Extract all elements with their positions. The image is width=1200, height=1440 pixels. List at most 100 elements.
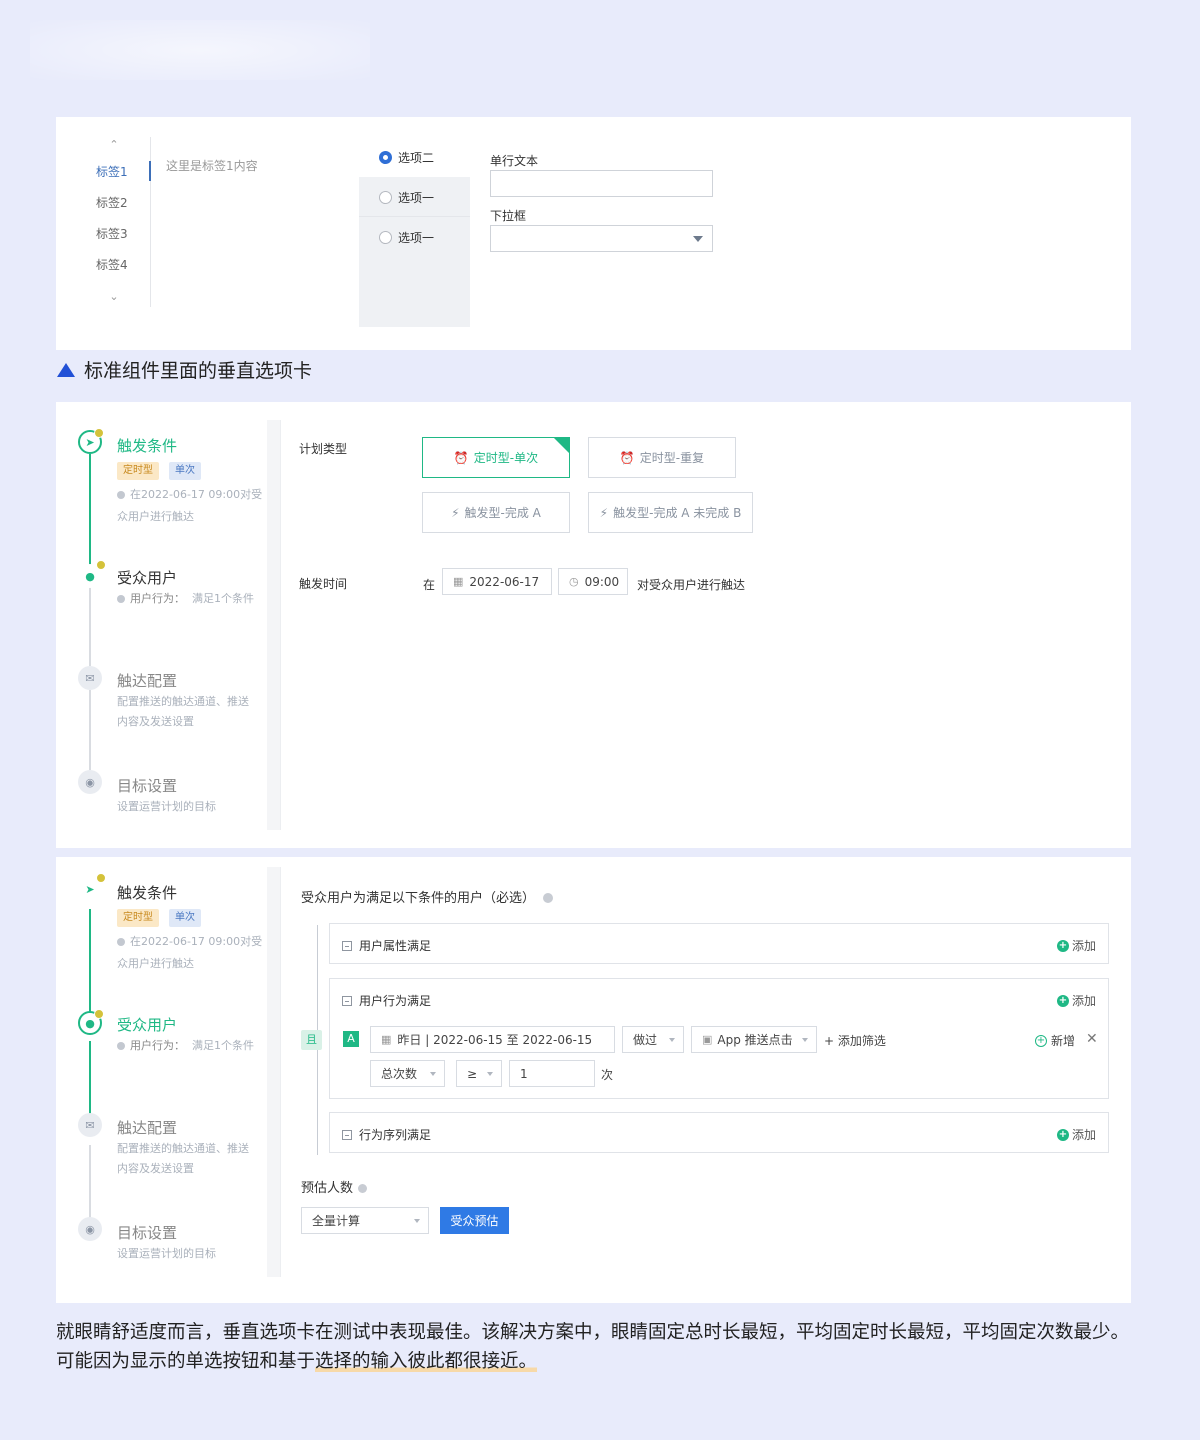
- step-title-delivery[interactable]: 触达配置: [117, 1117, 177, 1138]
- sidebar-divider: [267, 420, 281, 830]
- radio-icon[interactable]: [379, 230, 392, 244]
- step-description: 在2022-06-17 09:00对受众用户进行触达: [117, 484, 267, 528]
- info-dot-icon: [117, 491, 125, 499]
- value-input[interactable]: 1: [509, 1060, 595, 1087]
- check-badge-icon: [94, 1009, 104, 1019]
- new-rule-button[interactable]: + 新增: [1035, 1032, 1075, 1049]
- select-label: 下拉框: [490, 209, 527, 223]
- action-value: 做过: [633, 1033, 658, 1047]
- add-button[interactable]: + 添加: [1056, 1126, 1096, 1143]
- date-range-picker[interactable]: ▦ 昨日 | 2022-06-15 至 2022-06-15: [370, 1026, 615, 1053]
- radio-icon[interactable]: [379, 190, 392, 204]
- radio-option-1[interactable]: 选项二: [359, 137, 470, 177]
- step-title-trigger[interactable]: 触发条件: [117, 435, 177, 456]
- chevron-down-icon: [802, 1038, 808, 1042]
- step-description: 配置推送的触达通道、推送内容及发送设置: [117, 1142, 249, 1175]
- add-button[interactable]: + 添加: [1056, 937, 1096, 954]
- step-title-goal[interactable]: 目标设置: [117, 1222, 177, 1243]
- step-title-delivery[interactable]: 触达配置: [117, 670, 177, 691]
- single-line-text-input[interactable]: [490, 170, 713, 197]
- check-badge-icon: [96, 560, 106, 570]
- plus-circle-icon: +: [1056, 994, 1069, 1007]
- plan-option-timed-repeat[interactable]: ⏰ 定时型-重复: [588, 437, 736, 478]
- event-select[interactable]: ▣ App 推送点击: [691, 1026, 817, 1053]
- date-value: 2022-06-17: [469, 574, 540, 589]
- desc-label: 用户行为：: [130, 592, 185, 605]
- send-icon[interactable]: ➤: [78, 873, 106, 901]
- unit-label: 次: [601, 1068, 614, 1082]
- radio-label: 选项一: [398, 190, 435, 205]
- and-toggle[interactable]: 且: [301, 1030, 322, 1050]
- alarm-clock-icon: ⏰: [453, 450, 469, 465]
- plan-option-trigger-a[interactable]: ⚡ 触发型-完成 A: [422, 492, 570, 533]
- estimate-mode-value: 全量计算: [312, 1214, 361, 1228]
- dropdown-select[interactable]: [490, 225, 713, 252]
- add-filter-label: 添加筛选: [837, 1034, 886, 1048]
- collapse-icon[interactable]: [342, 940, 352, 951]
- desc-label: 用户行为：: [130, 1039, 185, 1052]
- tab-2[interactable]: 标签2: [96, 194, 128, 211]
- tab-1[interactable]: 标签1: [96, 163, 128, 180]
- target-user-icon[interactable]: ◉: [78, 770, 102, 794]
- chevron-down-icon: [487, 1072, 493, 1076]
- collapse-icon[interactable]: [342, 1129, 352, 1140]
- step-title-audience[interactable]: 受众用户: [117, 1014, 177, 1035]
- tab-4[interactable]: 标签4: [96, 256, 128, 273]
- radio-label: 选项二: [398, 150, 435, 165]
- help-icon[interactable]: [358, 1184, 368, 1193]
- step-title-audience[interactable]: 受众用户: [117, 567, 177, 588]
- step-title-trigger[interactable]: 触发条件: [117, 882, 177, 903]
- step-description: 设置运营计划的目标: [117, 1247, 216, 1260]
- add-filter-button[interactable]: + 添加筛选: [824, 1032, 886, 1049]
- group-header[interactable]: 行为序列满足: [342, 1126, 431, 1143]
- body-paragraph: 就眼睛舒适度而言，垂直选项卡在测试中表现最佳。该解决方案中，眼睛固定总时长最短，…: [56, 1318, 1136, 1376]
- calendar-icon: ▦: [381, 1033, 392, 1046]
- plan-option-trigger-a-not-b[interactable]: ⚡ 触发型-完成 A 未完成 B: [588, 492, 753, 533]
- tab-3[interactable]: 标签3: [96, 225, 128, 242]
- radio-option-2[interactable]: 选项一: [359, 177, 470, 217]
- mail-icon[interactable]: ✉: [78, 1113, 102, 1137]
- add-button[interactable]: + 添加: [1056, 992, 1096, 1009]
- send-icon[interactable]: ➤: [78, 428, 104, 454]
- lightning-icon: ⚡: [599, 505, 609, 520]
- help-icon[interactable]: [543, 893, 554, 903]
- condition-group-attributes: 用户属性满足 + 添加: [329, 923, 1109, 964]
- radio-selected-icon[interactable]: [379, 150, 392, 164]
- at-label: 在: [423, 578, 436, 592]
- add-label: 添加: [1071, 1128, 1096, 1142]
- tag-type: 定时型: [117, 909, 159, 927]
- close-icon[interactable]: ✕: [1086, 1031, 1098, 1047]
- step-description: 配置推送的触达通道、推送内容及发送设置: [117, 695, 249, 728]
- user-icon[interactable]: ●: [78, 560, 106, 588]
- option-label: 触发型-完成 A 未完成 B: [613, 506, 742, 520]
- date-picker[interactable]: ▦ 2022-06-17: [442, 568, 552, 595]
- group-header[interactable]: 用户属性满足: [342, 937, 431, 954]
- action-select[interactable]: 做过: [622, 1026, 684, 1053]
- plan-option-timed-once[interactable]: ⏰ 定时型-单次: [422, 437, 570, 478]
- operator-select[interactable]: ≥: [456, 1060, 502, 1087]
- collapse-icon[interactable]: [342, 995, 352, 1006]
- step-title-goal[interactable]: 目标设置: [117, 775, 177, 796]
- info-dot-icon: [117, 938, 125, 946]
- metric-select[interactable]: 总次数: [370, 1060, 445, 1087]
- chevron-up-icon[interactable]: ⌃: [108, 139, 120, 151]
- info-dot-icon: [117, 1042, 125, 1050]
- user-icon[interactable]: ●: [78, 1009, 104, 1035]
- audience-title: 受众用户为满足以下条件的用户（必选）: [301, 887, 554, 906]
- tag-frequency: 单次: [169, 462, 201, 480]
- selected-corner-icon: [554, 438, 569, 453]
- plan-steps-panel-audience: ➤ 触发条件 定时型 单次 在2022-06-17 09:00对受众用户进行触达…: [56, 857, 1131, 1303]
- tag-frequency: 单次: [169, 909, 201, 927]
- plus-circle-icon: +: [1056, 939, 1069, 952]
- chevron-down-icon: [414, 1219, 420, 1223]
- group-header[interactable]: 用户行为满足: [342, 992, 431, 1009]
- step-connector: [89, 1145, 91, 1225]
- target-user-icon[interactable]: ◉: [78, 1217, 102, 1241]
- active-tab-indicator: [149, 161, 151, 181]
- mail-icon[interactable]: ✉: [78, 666, 102, 690]
- estimate-mode-select[interactable]: 全量计算: [301, 1207, 429, 1234]
- time-picker[interactable]: ◷ 09:00: [558, 568, 628, 595]
- radio-option-3[interactable]: 选项一: [359, 217, 470, 257]
- estimate-audience-button[interactable]: 受众预估: [440, 1207, 509, 1234]
- chevron-down-icon[interactable]: ⌄: [108, 291, 120, 303]
